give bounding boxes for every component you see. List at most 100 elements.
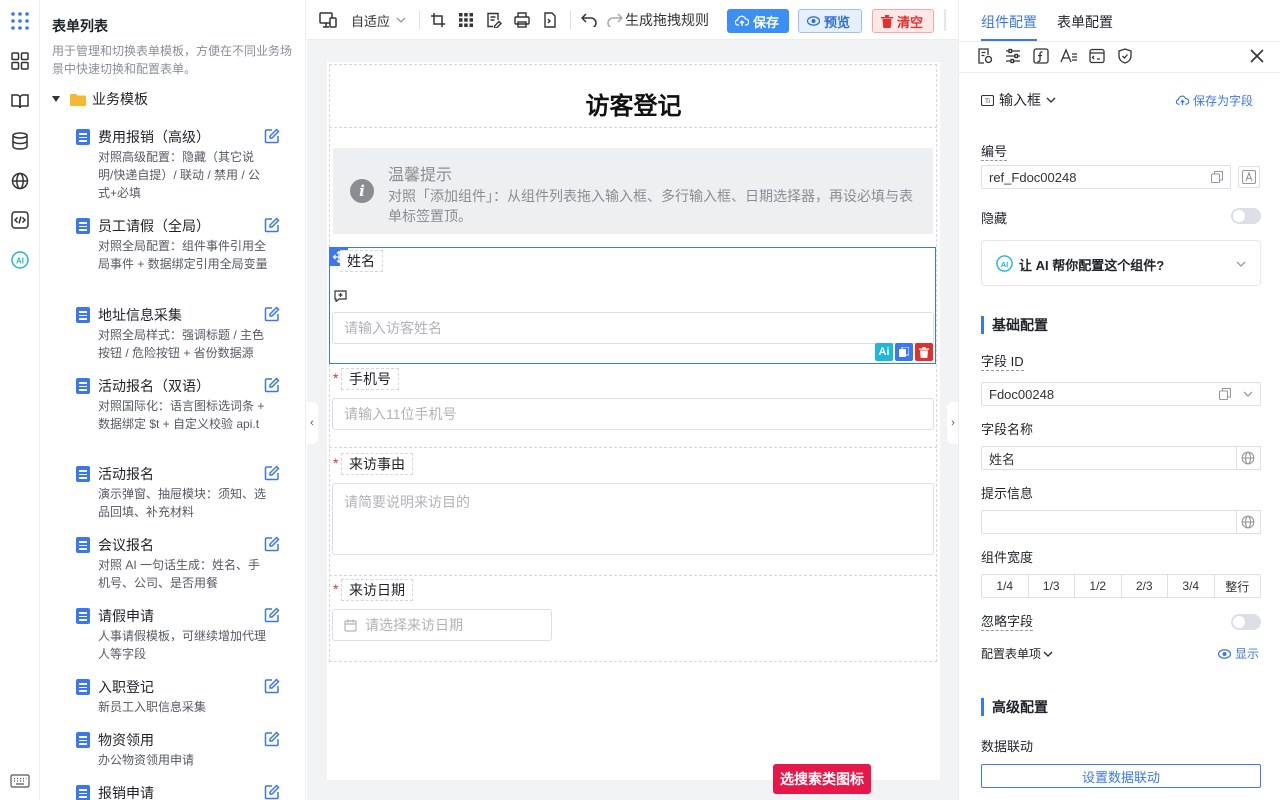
edit-form-icon[interactable] bbox=[486, 9, 502, 31]
preview-button[interactable]: 预览 bbox=[798, 9, 862, 33]
ai-icon[interactable]: AI bbox=[9, 249, 31, 271]
width-label: 组件宽度 bbox=[981, 550, 1034, 565]
globe-icon[interactable] bbox=[1236, 510, 1261, 534]
crop-icon[interactable] bbox=[430, 9, 446, 31]
globe-icon[interactable] bbox=[1236, 446, 1261, 470]
field-id-value: Fdoc00248 bbox=[989, 386, 1055, 402]
component-type-select[interactable]: Ti 输入框 bbox=[981, 90, 1056, 110]
ai-assist-icon[interactable]: Ai bbox=[875, 343, 893, 361]
width-option[interactable]: 1/3 bbox=[1029, 575, 1075, 597]
edit-icon[interactable] bbox=[264, 731, 282, 749]
form-canvas[interactable]: 访客登记 i 温馨提示 对照「添加组件」：从组件列表拖入输入框、多行输入框、日期… bbox=[327, 62, 940, 794]
edit-icon[interactable] bbox=[264, 377, 282, 395]
folder-business-templates[interactable]: 业务模板 bbox=[52, 89, 148, 109]
field-label[interactable]: 姓名 bbox=[340, 250, 383, 272]
edit-icon[interactable] bbox=[264, 784, 282, 800]
selected-field-name[interactable]: 姓名 请输入访客姓名 Ai bbox=[329, 247, 936, 364]
date-picker[interactable]: 请选择来访日期 bbox=[332, 609, 552, 641]
props-icon[interactable] bbox=[976, 47, 994, 65]
float-search-icon-button[interactable]: 选搜索类图标 bbox=[773, 764, 871, 794]
edit-icon[interactable] bbox=[264, 217, 282, 235]
edit-icon[interactable] bbox=[264, 607, 282, 625]
keyboard-icon[interactable] bbox=[9, 770, 31, 792]
save-as-field-link[interactable]: 保存为字段 bbox=[1176, 92, 1253, 109]
visitor-name-input[interactable]: 请输入访客姓名 bbox=[332, 312, 934, 344]
basic-config-heading: 基础配置 bbox=[981, 316, 1048, 334]
document-icon bbox=[76, 307, 90, 323]
code-field[interactable]: ref_Fdoc00248 bbox=[981, 165, 1231, 189]
font-icon[interactable] bbox=[1238, 166, 1260, 188]
phone-input[interactable]: 请输入11位手机号 bbox=[332, 398, 934, 430]
undo-icon[interactable] bbox=[581, 9, 597, 31]
tab-form-config[interactable]: 表单配置 bbox=[1057, 12, 1113, 32]
template-name: 员工请假（全局） bbox=[98, 218, 210, 234]
device-icon[interactable] bbox=[319, 9, 337, 31]
hidden-label: 隐藏 bbox=[981, 211, 1008, 226]
book-icon[interactable] bbox=[9, 90, 31, 112]
document-icon bbox=[76, 785, 90, 800]
field-label[interactable]: 来访事由 bbox=[341, 453, 413, 475]
width-option[interactable]: 1/2 bbox=[1075, 575, 1122, 597]
width-option[interactable]: 1/4 bbox=[982, 575, 1029, 597]
generate-rule-button[interactable]: 生成拖拽规则 bbox=[607, 9, 709, 31]
tab-component-config[interactable]: 组件配置 bbox=[981, 12, 1037, 32]
components-icon[interactable] bbox=[9, 50, 31, 72]
field-name-input[interactable]: 姓名 bbox=[981, 446, 1237, 470]
text-style-icon[interactable] bbox=[1060, 47, 1078, 65]
width-option[interactable]: 2/3 bbox=[1122, 575, 1168, 597]
shield-icon[interactable] bbox=[1116, 47, 1134, 65]
field-id-select[interactable]: Fdoc00248 bbox=[981, 382, 1261, 406]
collapse-left-button[interactable]: ‹ bbox=[306, 402, 318, 444]
edit-icon[interactable] bbox=[264, 678, 282, 696]
layout-select[interactable]: 自适应 bbox=[351, 9, 406, 31]
print-icon[interactable] bbox=[514, 9, 530, 31]
copy-icon[interactable] bbox=[1211, 171, 1223, 183]
date-placeholder: 请选择来访日期 bbox=[365, 617, 463, 633]
grid-icon[interactable] bbox=[458, 9, 474, 31]
database-icon[interactable] bbox=[9, 130, 31, 152]
copy-icon[interactable] bbox=[895, 343, 913, 361]
toolbar: 自适应 生成拖拽规则 保存 预览 清空 bbox=[307, 0, 958, 40]
hidden-toggle[interactable] bbox=[1231, 208, 1261, 224]
edit-icon[interactable] bbox=[264, 536, 282, 554]
width-option[interactable]: 3/4 bbox=[1168, 575, 1215, 597]
form-item-config-toggle[interactable]: 配置表单项 bbox=[981, 645, 1053, 662]
edit-icon[interactable] bbox=[264, 128, 282, 146]
function-icon[interactable] bbox=[1032, 47, 1050, 65]
panel-title: 表单列表 bbox=[52, 18, 108, 34]
sliders-icon[interactable] bbox=[1004, 47, 1022, 65]
form-title[interactable]: 访客登记 bbox=[327, 86, 940, 121]
code-window-icon[interactable] bbox=[1088, 47, 1106, 65]
code-icon[interactable] bbox=[9, 209, 31, 231]
tip-alert[interactable]: i 温馨提示 对照「添加组件」：从组件列表拖入输入框、多行输入框、日期选择器，再… bbox=[333, 148, 933, 234]
code-label: 编号 bbox=[981, 144, 1008, 161]
generate-rule-label: 生成拖拽规则 bbox=[625, 12, 709, 28]
template-name: 费用报销（高级） bbox=[98, 129, 210, 145]
edit-icon[interactable] bbox=[264, 465, 282, 483]
close-icon[interactable] bbox=[1248, 47, 1266, 65]
copy-icon[interactable] bbox=[1219, 388, 1231, 400]
caret-down-icon[interactable] bbox=[52, 96, 60, 102]
ignore-field-toggle[interactable] bbox=[1231, 614, 1261, 630]
reason-textarea[interactable]: 请简要说明来访目的 bbox=[332, 483, 934, 555]
width-option[interactable]: 整行 bbox=[1215, 575, 1261, 597]
globe-icon[interactable] bbox=[9, 170, 31, 192]
chevron-down-icon bbox=[1043, 651, 1053, 657]
hint-input[interactable] bbox=[981, 510, 1237, 534]
template-name: 报销申请 bbox=[98, 785, 154, 800]
document-icon bbox=[76, 129, 90, 145]
clear-button[interactable]: 清空 bbox=[872, 9, 934, 33]
field-label[interactable]: 手机号 bbox=[341, 368, 399, 390]
width-options: 1/4 1/3 1/2 2/3 3/4 整行 bbox=[981, 574, 1261, 598]
show-toggle-link[interactable]: 显示 bbox=[1218, 645, 1259, 662]
delete-icon[interactable] bbox=[915, 343, 933, 361]
apps-grid-icon[interactable] bbox=[9, 10, 31, 32]
import-json-icon[interactable] bbox=[542, 9, 558, 31]
set-linkage-button[interactable]: 设置数据联动 bbox=[981, 764, 1261, 788]
field-label[interactable]: 来访日期 bbox=[341, 579, 413, 601]
ai-config-box[interactable]: AI 让 AI 帮你配置这个组件? bbox=[981, 240, 1261, 286]
edit-icon[interactable] bbox=[264, 306, 282, 324]
add-comment-icon[interactable] bbox=[334, 290, 347, 302]
document-icon bbox=[76, 218, 90, 234]
save-button[interactable]: 保存 bbox=[727, 9, 789, 33]
